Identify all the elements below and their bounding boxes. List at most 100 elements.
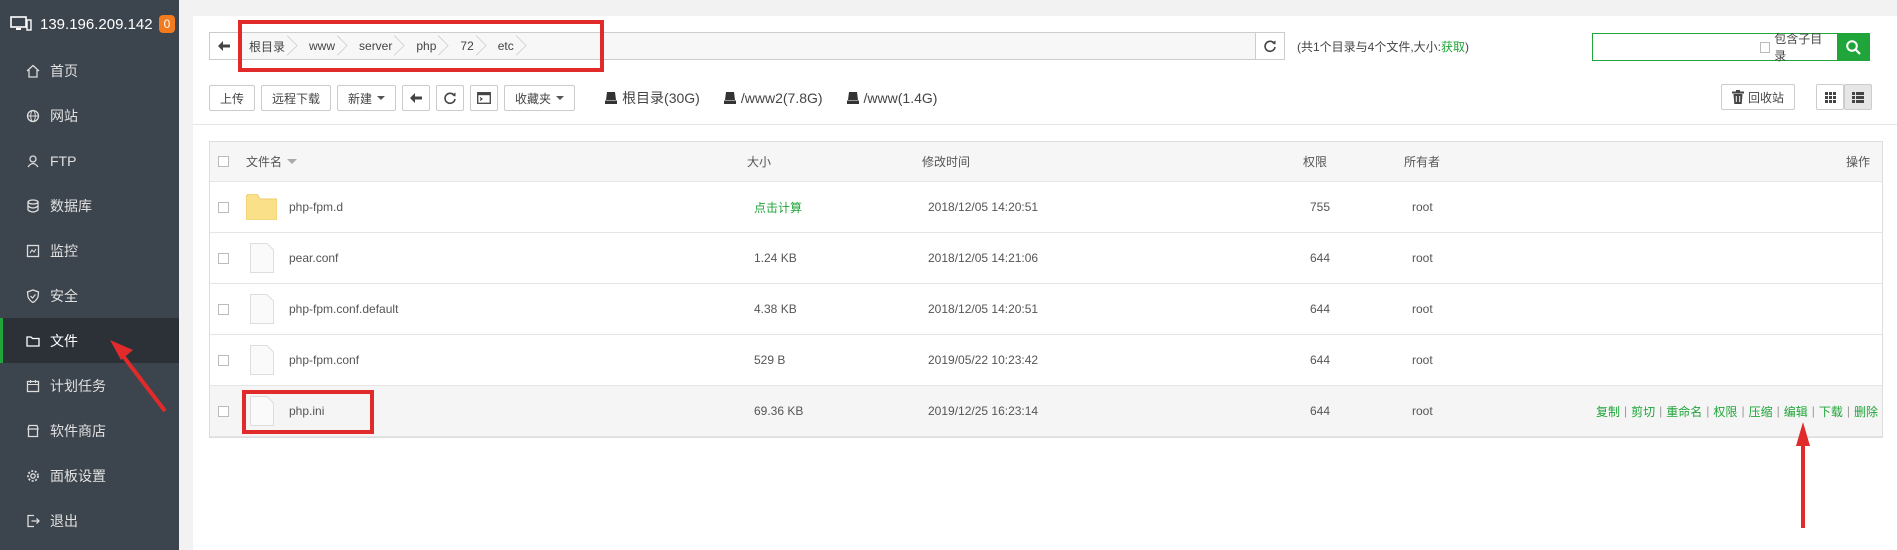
arrow-left-icon [218, 41, 230, 51]
file-name[interactable]: php-fpm.d [289, 200, 343, 214]
file-size: 69.36 KB [754, 404, 804, 418]
file-size: 1.24 KB [754, 251, 797, 265]
sidebar-item-1[interactable]: 网站 [0, 93, 179, 138]
op-separator: | [1811, 404, 1815, 418]
op-link[interactable]: 下载 [1819, 403, 1843, 420]
annotation-phpini-box [242, 390, 374, 434]
op-link[interactable]: 重命名 [1666, 403, 1702, 420]
table-row[interactable]: pear.conf 1.24 KB 2018/12/05 14:21:06 644 ro… [210, 233, 1882, 284]
search-box: 包含子目录 [1592, 30, 1870, 64]
header-perm: 权限 [1303, 155, 1328, 169]
gear-icon [27, 469, 39, 482]
get-size-link[interactable]: 获取 [1441, 40, 1465, 54]
file-size[interactable]: 点击计算 [754, 182, 802, 232]
file-name[interactable]: php-fpm.conf [289, 353, 359, 367]
file-name-cell[interactable]: pear.conf [246, 233, 338, 283]
op-link[interactable]: 编辑 [1784, 403, 1808, 420]
disk-label: 根目录(30G) [622, 90, 700, 106]
op-separator: | [1741, 404, 1745, 418]
sidebar-item-2[interactable]: FTP [0, 138, 179, 183]
table-row[interactable]: php-fpm.conf.default 4.38 KB 2018/12/05 14… [210, 284, 1882, 335]
sidebar-item-5[interactable]: 安全 [0, 273, 179, 318]
file-perm: 644 [1310, 404, 1331, 418]
sidebar-item-label: 计划任务 [50, 377, 106, 394]
search-input[interactable] [1593, 35, 1760, 59]
sidebar-item-4[interactable]: 监控 [0, 228, 179, 273]
favorites-label: 收藏夹 [515, 91, 552, 106]
op-link[interactable]: 权限 [1713, 403, 1737, 420]
calendar-icon [26, 379, 40, 392]
upload-button[interactable]: 上传 [209, 85, 256, 111]
refresh-button[interactable] [436, 85, 465, 111]
include-subdir-checkbox[interactable] [1760, 41, 1771, 53]
table-row[interactable]: php-fpm.d 点击计算 2018/12/05 14:20:51 755 root [210, 182, 1882, 233]
file-mtime: 2018/12/05 14:21:06 [928, 251, 1039, 265]
search-button[interactable] [1836, 34, 1870, 60]
header-name[interactable]: 文件名 [246, 142, 298, 181]
grid-view-button[interactable] [1816, 84, 1844, 110]
sidebar-item-3[interactable]: 数据库 [0, 183, 179, 228]
file-name-cell[interactable]: php-fpm.conf [246, 335, 359, 385]
disk-label: /www(1.4G) [863, 90, 938, 106]
sidebar-item-label: 退出 [50, 512, 78, 529]
hdd-icon [723, 92, 736, 104]
row-checkbox[interactable] [218, 405, 229, 417]
row-checkbox-cell [218, 284, 233, 334]
summary-text: (共1个目录与4个文件,大小: [1297, 40, 1442, 54]
store-icon [27, 424, 39, 437]
sidebar-item-9[interactable]: 面板设置 [0, 453, 179, 498]
row-checkbox[interactable] [218, 201, 229, 213]
row-checkbox-cell [218, 335, 233, 385]
header-size[interactable]: 大小 [747, 142, 771, 181]
op-separator: | [1706, 404, 1710, 418]
list-view-button[interactable] [1844, 84, 1872, 110]
file-type-icon [246, 345, 277, 375]
select-all-checkbox[interactable] [218, 156, 229, 167]
table-row[interactable]: php-fpm.conf 529 B 2019/05/22 10:23:42 644 r… [210, 335, 1882, 386]
recycle-bin-button[interactable]: 回收站 [1721, 84, 1796, 110]
file-name-cell[interactable]: php-fpm.d [246, 182, 343, 232]
favorites-button[interactable]: 收藏夹 [504, 85, 576, 111]
remote-download-button[interactable]: 远程下载 [261, 85, 332, 111]
file-name-cell[interactable]: php-fpm.conf.default [246, 284, 398, 334]
op-link[interactable]: 复制 [1596, 403, 1620, 420]
row-checkbox[interactable] [218, 252, 229, 264]
message-badge[interactable]: 0 [158, 15, 176, 33]
disk-link[interactable]: /www2(7.8G) [723, 88, 823, 108]
new-button[interactable]: 新建 [337, 85, 397, 111]
path-refresh-button[interactable] [1255, 33, 1284, 59]
sidebar-item-6[interactable]: 文件 [0, 318, 179, 363]
file-perm: 755 [1310, 200, 1331, 214]
refresh-icon [1264, 40, 1276, 53]
disk-link[interactable]: 根目录(30G) [605, 88, 700, 108]
sidebar-item-0[interactable]: 首页 [0, 48, 179, 93]
annotation-breadcrumb-box [238, 20, 604, 72]
op-link[interactable]: 删除 [1854, 403, 1878, 420]
include-subdir[interactable]: 包含子目录 [1760, 30, 1829, 64]
file-mtime: 2019/05/22 10:23:42 [928, 353, 1039, 367]
disk-link[interactable]: /www(1.4G) [846, 88, 938, 108]
file-name[interactable]: pear.conf [289, 251, 338, 265]
row-checkbox[interactable] [218, 303, 229, 315]
sidebar-item-8[interactable]: 软件商店 [0, 408, 179, 453]
sidebar-item-7[interactable]: 计划任务 [0, 363, 179, 408]
database-icon [27, 198, 39, 213]
table-row[interactable]: php.ini 69.36 KB 2019/12/25 16:23:14 644 roo… [210, 386, 1882, 437]
disk-label: /www2(7.8G) [740, 90, 823, 106]
header-owner: 所有者 [1404, 155, 1441, 169]
op-separator: | [1776, 404, 1780, 418]
path-back-button[interactable] [210, 33, 239, 59]
file-owner: root [1412, 353, 1433, 367]
row-checkbox[interactable] [218, 354, 229, 366]
op-link[interactable]: 剪切 [1631, 403, 1655, 420]
file-name[interactable]: php-fpm.conf.default [289, 302, 398, 316]
header-mtime[interactable]: 修改时间 [922, 142, 970, 181]
sidebar-item-10[interactable]: 退出 [0, 498, 179, 543]
terminal-button[interactable] [470, 85, 499, 111]
back-button[interactable] [402, 85, 431, 111]
sidebar-item-label: 网站 [50, 107, 78, 124]
list-icon [1852, 91, 1864, 103]
op-link[interactable]: 压缩 [1749, 403, 1773, 420]
sidebar-item-label: 安全 [50, 287, 78, 304]
file-owner: root [1412, 251, 1433, 265]
